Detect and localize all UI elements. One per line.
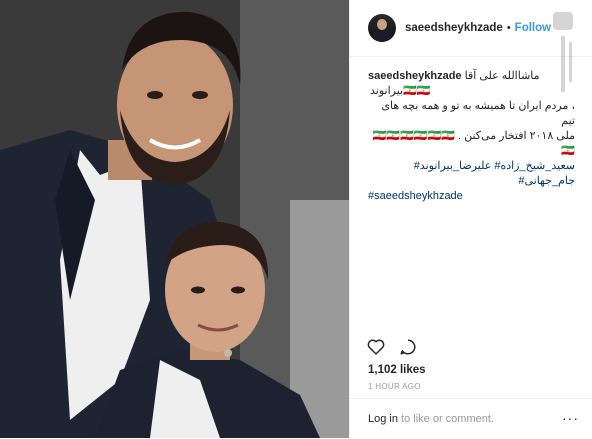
comment-bar: Log in to like or comment. ···: [350, 398, 592, 439]
post-photo[interactable]: [0, 0, 349, 438]
avatar[interactable]: [368, 14, 396, 42]
username-link[interactable]: saeedsheykhzade: [405, 22, 503, 34]
caption-hashtags-rtl[interactable]: سعید_شیخ_زاده# علیرضا_بیرانوند# جام_جهان…: [368, 159, 575, 189]
heart-icon[interactable]: [367, 338, 385, 361]
likes-count[interactable]: 1,102 likes: [368, 364, 426, 376]
post-side-panel: saeedsheykhzade • Follow saeedsheykhzade…: [349, 0, 592, 438]
mashregh-news-watermark-icon: [553, 12, 573, 92]
separator-dot: •: [506, 22, 511, 34]
selfie-illustration: [0, 0, 349, 438]
more-options-icon[interactable]: ···: [562, 410, 579, 426]
caption-text-3: ملی ۲۰۱۸ افتخار می‌کنن . 🇮🇷🇮🇷🇮🇷🇮🇷🇮🇷🇮🇷🇮🇷: [372, 130, 575, 157]
instagram-post: saeedsheykhzade • Follow saeedsheykhzade…: [0, 0, 592, 438]
caption-text-2: ، مردم ایران تا همیشه به تو و همه بچه ها…: [381, 100, 575, 127]
post-actions: [367, 338, 417, 361]
caption-hashtag-ltr[interactable]: #saeedsheykhzade: [368, 189, 575, 204]
login-prompt: Log in to like or comment.: [368, 413, 494, 425]
caption-username[interactable]: saeedsheykhzade: [368, 70, 462, 82]
login-link[interactable]: Log in: [368, 413, 398, 425]
comment-icon[interactable]: [399, 338, 417, 361]
post-time: 1 HOUR AGO: [368, 382, 421, 391]
login-suffix: to like or comment.: [397, 413, 494, 425]
